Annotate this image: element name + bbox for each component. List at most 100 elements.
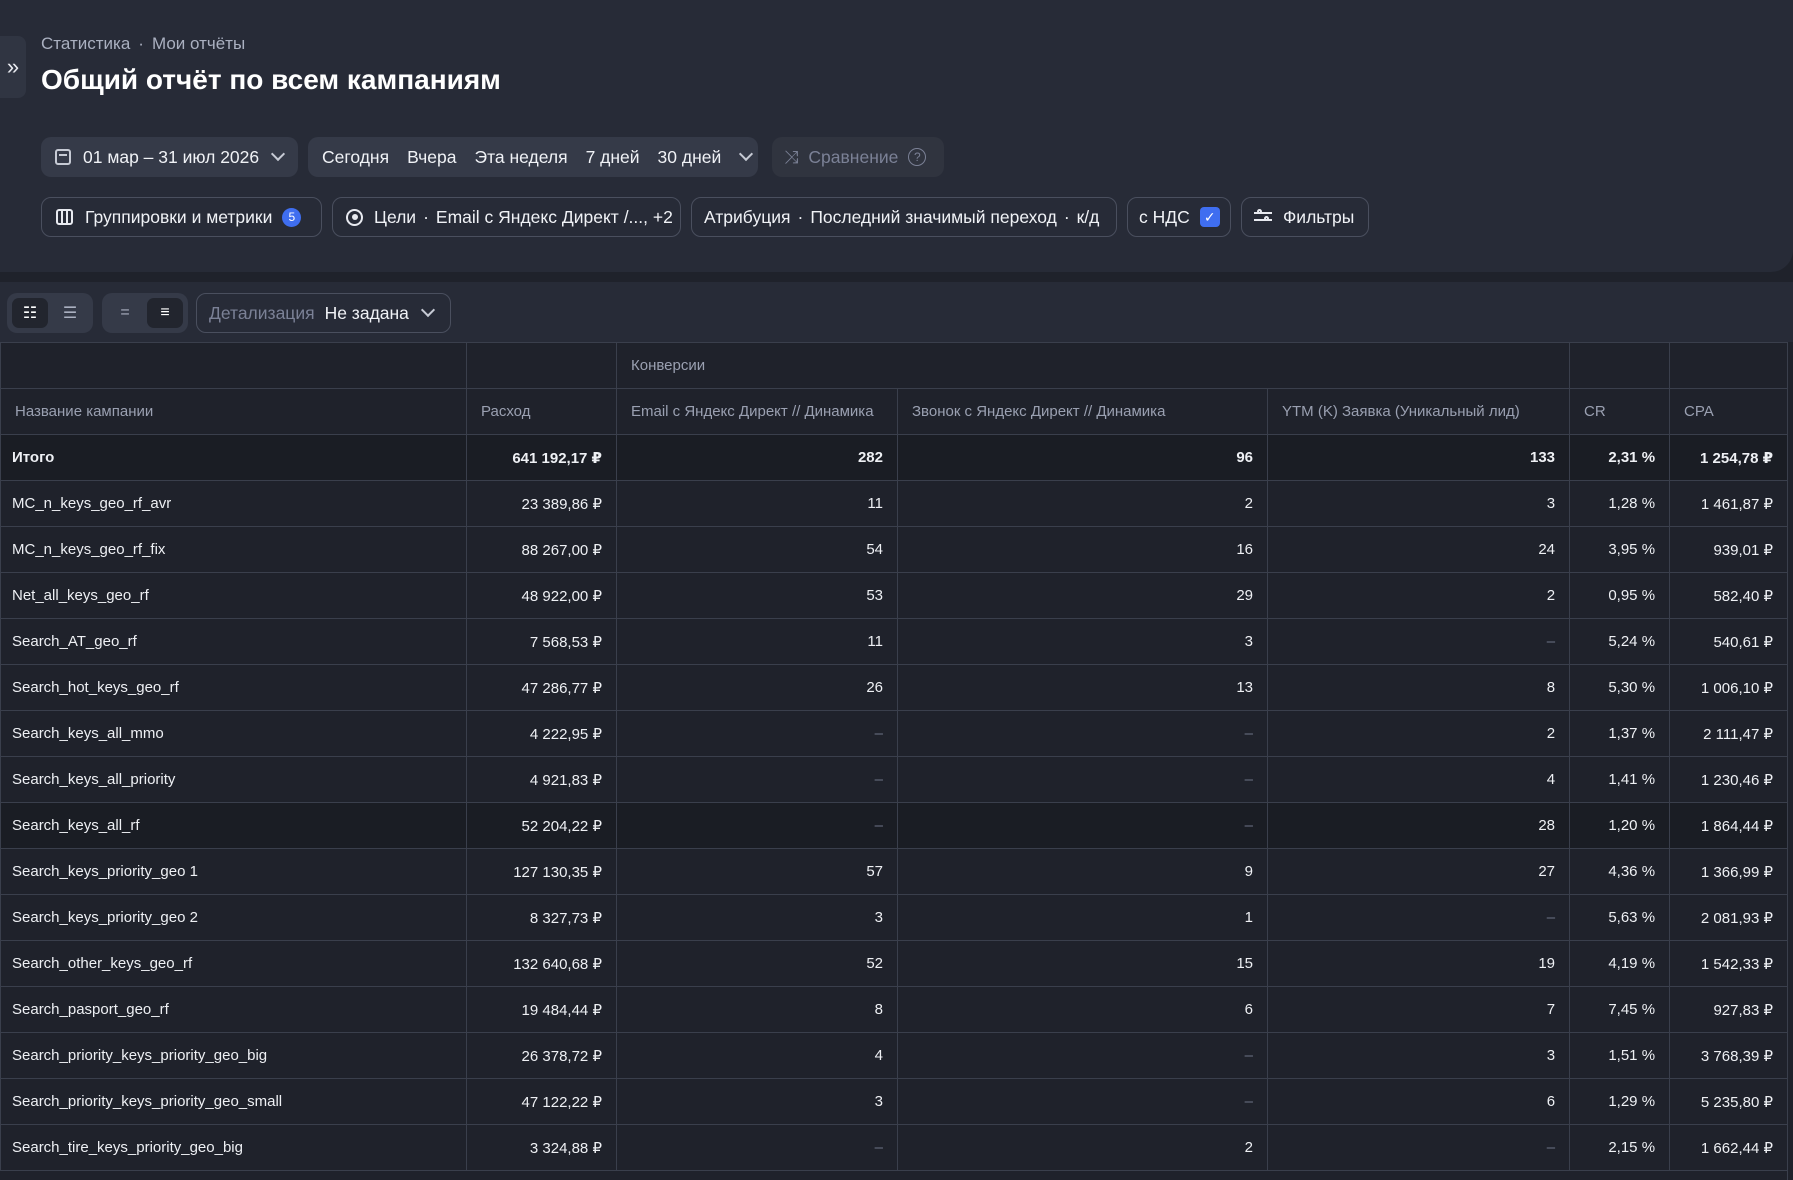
chevron-down-icon [420,302,435,318]
goals-selector[interactable]: Цели · Email с Яндекс Директ /..., +2 [332,197,681,237]
sliders-icon [1254,209,1272,224]
compact-density-icon[interactable]: = [107,298,143,328]
breadcrumb-statistics[interactable]: Статистика [41,34,130,54]
expand-sidebar-button[interactable]: » [0,36,26,98]
table-row[interactable]: Search_priority_keys_priority_geo_big 26 … [0,1032,1789,1079]
cell-cpa: 1 662,44 ₽ [1669,1124,1789,1171]
cell-campaign-name[interactable]: Search_priority_keys_priority_geo_big [0,1032,467,1079]
breadcrumb-my-reports[interactable]: Мои отчёты [152,34,245,54]
cell-email-conversions: 11 [616,480,898,527]
cell-campaign-name[interactable]: Search_priority_keys_priority_geo_small [0,1078,467,1125]
cell-campaign-name[interactable]: Search_keys_all_priority [0,756,467,803]
cell-lead-conversions: 3 [1266,1032,1571,1079]
attribution-selector[interactable]: Атрибуция · Последний значимый переход ·… [691,197,1117,237]
table-row[interactable]: Search_priority_keys_priority_geo_small 4… [0,1078,1789,1125]
cell-lead-conversions: – [1266,894,1571,941]
table-row[interactable]: MC_n_keys_geo_rf_fix 88 267,00 ₽54 16 24 3,9… [0,526,1789,573]
table-row[interactable]: Search_keys_all_mmo 4 222,95 ₽ – –2 1,37 % 2 … [0,710,1789,757]
table-row[interactable]: Search_AT_geo_rf 7 568,53 ₽11 3–5,24 % 540,… [0,618,1789,665]
vat-label: с НДС [1139,206,1190,227]
cell-spend: 48 922,00 ₽ [466,572,617,619]
cell-lead-conversions: 24 [1266,526,1571,573]
table-row[interactable]: Net_all_keys_geo_rf 48 922,00 ₽53 29 2 0,95 … [0,572,1789,619]
cell-call-conversions: 2 [897,1124,1268,1171]
cell-campaign-name[interactable]: MC_n_keys_geo_rf_avr [0,480,467,527]
breadcrumb-separator: · [138,34,144,53]
cell-email-conversions: 8 [616,986,898,1033]
cell-campaign-name[interactable]: Search_keys_all_mmo [0,710,467,757]
cell-campaign-name[interactable]: Search_hot_keys_geo_rf [0,664,467,711]
cell-email-conversions: 11 [616,618,898,665]
filters-button[interactable]: Фильтры [1241,197,1369,237]
table-row[interactable]: Search_keys_priority_geo 28 327,73 ₽3 1–5… [0,894,1789,941]
table-row[interactable]: Search_keys_all_rf 52 204,22 ₽ – –28 1,20 % 1… [0,802,1789,849]
cell-call-conversions: 2 [897,480,1268,527]
cell-call-conversions: 9 [897,848,1268,895]
checkbox-checked-icon[interactable]: ✓ [1199,207,1220,227]
table-body: Итого 641 192,17 ₽ 282 96 133 2,31 % 1 2… [0,434,1789,1171]
cell-email-conversions: 53 [616,572,898,619]
cell-campaign-name[interactable]: Search_pasport_geo_rf [0,986,467,1033]
cell-cpa: 540,61 ₽ [1669,618,1789,665]
vat-toggle[interactable]: с НДС ✓ [1127,197,1231,237]
compare-button[interactable]: ⤨ Сравнение ? [772,137,944,177]
cell-lead-conversions: 4 [1266,756,1571,803]
period-today[interactable]: Сегодня [322,147,389,168]
separator-dot: · [797,206,804,227]
date-range-picker[interactable]: 01 мар – 31 июл 2026 [41,137,298,177]
groupings-metrics-button[interactable]: Группировки и метрики 5 [41,197,322,237]
tree-view-icon[interactable]: ☰ [52,298,88,328]
table-row[interactable]: Search_keys_all_priority 4 921,83 ₽ – –4 1,4… [0,756,1789,803]
normal-density-icon[interactable]: ≡ [147,298,183,328]
cell-call-conversions: 1 [897,894,1268,941]
list-view-icon[interactable]: ☷ [12,298,48,328]
cell-campaign-name[interactable]: Search_keys_all_rf [0,802,467,849]
cell-campaign-name[interactable]: MC_n_keys_geo_rf_fix [0,526,467,573]
cell-campaign-name[interactable]: Net_all_keys_geo_rf [0,572,467,619]
table-row[interactable]: Search_keys_priority_geo 1 127 130,35 ₽57… [0,848,1789,895]
column-header-lead-conv[interactable]: YTM (K) Заявка (Уникальный лид) [1266,388,1571,435]
cell-campaign-name[interactable]: Search_tire_keys_priority_geo_big [0,1124,467,1171]
column-header-campaign[interactable]: Название кампании [0,388,467,435]
cell-lead-conversions: 28 [1266,802,1571,849]
cell-campaign-name[interactable]: Search_keys_priority_geo 2 [0,894,467,941]
cell-cr: 0,95 % [1569,572,1671,619]
period-this-week[interactable]: Эта неделя [475,147,568,168]
table-row[interactable]: Search_pasport_geo_rf 19 484,44 ₽8 6 7 7,45 … [0,986,1789,1033]
cell-cr: 5,24 % [1569,618,1671,665]
period-30-days[interactable]: 30 дней [658,147,722,168]
conversions-group-header: Конверсии [615,342,1571,389]
cell-spend: 26 378,72 ₽ [466,1032,617,1079]
cell-campaign-name[interactable]: Search_AT_geo_rf [0,618,467,665]
help-icon[interactable]: ? [908,148,927,166]
cell-campaign-name[interactable]: Search_keys_priority_geo 1 [0,848,467,895]
cell-cpa: 1 461,87 ₽ [1669,480,1789,527]
table-row[interactable]: Search_other_keys_geo_rf 132 640,68 ₽52 15… [0,940,1789,987]
cell-cpa: 1 542,33 ₽ [1669,940,1789,987]
period-yesterday[interactable]: Вчера [407,147,456,168]
detail-selector[interactable]: Детализация Не задана [196,293,451,333]
cell-call-conversions: 15 [897,940,1268,987]
cell-email-conversions: 3 [616,1078,898,1125]
cell-spend: 7 568,53 ₽ [466,618,617,665]
goals-label: Цели [374,206,417,227]
cell-campaign-name[interactable]: Search_other_keys_geo_rf [0,940,467,987]
table-row[interactable]: Search_hot_keys_geo_rf 47 286,77 ₽26 13 8 5,… [0,664,1789,711]
table-row[interactable]: Search_tire_keys_priority_geo_big 3 324,8… [0,1124,1789,1171]
column-header-cpa[interactable]: CPA [1669,388,1789,435]
page-title: Общий отчёт по всем кампаниям [41,64,501,95]
column-header-cr[interactable]: CR [1569,388,1671,435]
cell-cpa: 939,01 ₽ [1669,526,1789,573]
cell-email-conversions: – [616,1124,898,1171]
cell-cr: 1,28 % [1569,480,1671,527]
table-row[interactable]: MC_n_keys_geo_rf_avr 23 389,86 ₽11 2 3 1,28 … [0,480,1789,527]
period-7-days[interactable]: 7 дней [586,147,640,168]
column-header-email-conv[interactable]: Email с Яндекс Директ // Динамика [616,388,898,435]
total-lead: 133 [1266,434,1571,481]
column-header-call-conv[interactable]: Звонок с Яндекс Директ // Динамика [897,388,1268,435]
empty-header-cell [1569,342,1671,389]
column-header-spend[interactable]: Расход [466,388,617,435]
cell-cr: 4,36 % [1569,848,1671,895]
chevron-down-icon[interactable] [739,146,754,162]
view-mode-switch: ☷ ☰ [7,293,93,333]
